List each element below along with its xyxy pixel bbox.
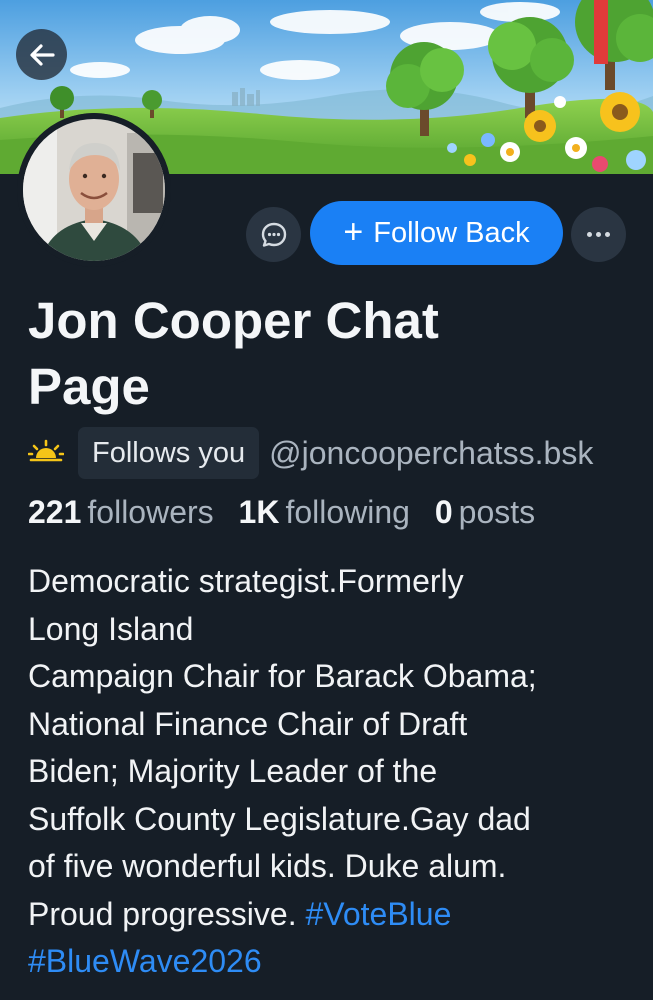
ellipsis-icon (587, 232, 610, 237)
avatar-photo (17, 113, 171, 267)
sun-icon (28, 439, 64, 462)
bio-line: Campaign Chair for Barack Obama; (28, 658, 537, 694)
following-stat[interactable]: 1K following (239, 494, 435, 530)
follow-back-button[interactable]: + Follow Back (310, 201, 563, 265)
more-options-button[interactable] (571, 207, 626, 262)
message-button[interactable] (246, 207, 301, 262)
bio-line: of five wonderful kids. Duke alum. (28, 848, 507, 884)
posts-stat: 0 posts (435, 494, 551, 530)
display-name-line-2: Page (28, 358, 150, 415)
followers-count: 221 (28, 494, 82, 530)
hashtag-link[interactable]: #BlueWave2026 (28, 943, 262, 979)
bio-line: Suffolk County Legislature.Gay dad (28, 800, 531, 837)
display-name-line-1: Jon Cooper Chat (28, 292, 439, 349)
plus-icon: + (343, 213, 364, 251)
profile-bio: Democratic strategist.Formerly Long Isla… (28, 558, 638, 986)
follow-back-label: Follow Back (373, 216, 530, 249)
posts-label: posts (458, 494, 536, 530)
avatar[interactable] (17, 113, 171, 267)
profile-handle[interactable]: @joncooperchatss.bsk (269, 435, 593, 472)
profile-stats: 221 followers 1K following 0 posts (28, 494, 551, 531)
bio-line-with-hashtag: Proud progressive. #VoteBlue (28, 891, 638, 939)
following-label: following (285, 494, 410, 530)
profile-meta-row: Follows you @joncooperchatss.bsk (28, 427, 653, 479)
arrow-left-icon (29, 43, 55, 66)
bio-line: Biden; Majority Leader of the (28, 753, 438, 789)
followers-label: followers (87, 494, 214, 530)
bio-line: National Finance Chair of Draft (28, 705, 468, 742)
bio-line: Long Island (28, 610, 194, 647)
back-button[interactable] (16, 29, 67, 80)
posts-count: 0 (434, 494, 453, 530)
bio-line: Democratic strategist.Formerly (28, 563, 464, 599)
profile-display-name: Jon Cooper Chat Page (28, 288, 548, 420)
hashtag-link[interactable]: #VoteBlue (305, 896, 451, 932)
bio-line-text: Proud progressive. (28, 895, 306, 932)
followers-stat[interactable]: 221 followers (28, 494, 239, 530)
profile-page: + Follow Back Jon Cooper Chat Page Follo… (0, 0, 653, 1000)
bio-line-hashtag: #BlueWave2026 (28, 938, 638, 986)
follows-you-badge: Follows you (78, 427, 260, 479)
chat-bubble-icon (261, 222, 286, 247)
following-count: 1K (238, 494, 280, 530)
